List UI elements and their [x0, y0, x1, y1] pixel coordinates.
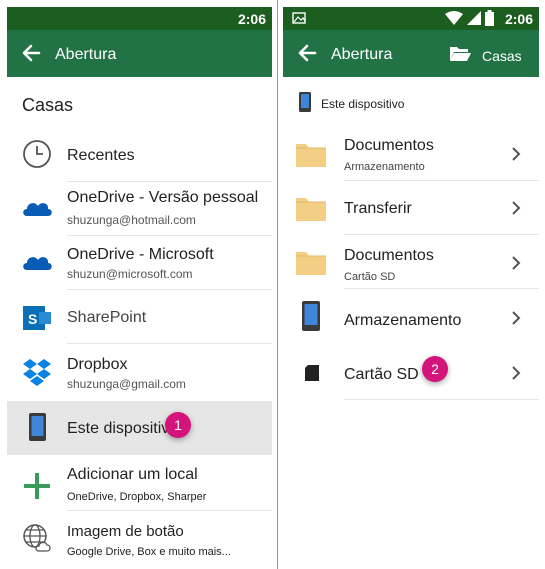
tablet-icon [29, 413, 46, 441]
location-internal-storage[interactable]: Armazenamento [283, 290, 539, 344]
dropbox-icon [23, 359, 51, 386]
location-header: Este dispositivo [283, 91, 539, 115]
places-action-label[interactable]: Casas [482, 48, 522, 64]
place-label: Adicionar um local [67, 466, 198, 483]
location-header-label: Este dispositivo [321, 97, 405, 111]
row-divider [344, 399, 539, 400]
battery-icon [485, 10, 494, 26]
globe-cloud-icon [23, 524, 51, 552]
place-onedrive-business[interactable]: OneDrive - Microsoft shuzun@microsoft.co… [7, 236, 272, 290]
sharepoint-icon: S [23, 306, 51, 330]
place-onedrive-personal[interactable]: OneDrive - Versão pessoal shuzunga@hotma… [7, 182, 272, 236]
step-badge-1: 1 [165, 412, 191, 438]
folder-label: Documentos [344, 137, 434, 154]
place-more-services[interactable]: Imagem de botão Google Drive, Box e muit… [7, 511, 272, 565]
folder-label: Documentos [344, 247, 434, 264]
section-title: Casas [22, 95, 74, 115]
back-arrow-icon[interactable] [21, 43, 41, 63]
place-label: Dropbox [67, 356, 128, 373]
wifi-icon [445, 11, 463, 25]
place-label: Imagem de botão [67, 523, 184, 540]
status-time: 2:06 [237, 11, 266, 27]
app-bar-title: Abertura [331, 46, 393, 63]
folder-documentos-storage[interactable]: Documentos Armazenamento [283, 127, 539, 181]
status-bar: 2:06 [7, 7, 272, 30]
place-description: OneDrive, Dropbox, Sharper [67, 491, 207, 503]
place-label: Este dispositivo [67, 420, 179, 437]
right-panel: 2:06 Abertura Casas Este dispositivo Doc… [278, 0, 545, 569]
place-account: shuzunga@hotmail.com [67, 213, 196, 227]
cellular-signal-icon [467, 11, 481, 25]
status-bar: 2:06 [283, 7, 539, 30]
place-recentes[interactable]: Recentes [7, 128, 272, 182]
place-add-location[interactable]: Adicionar um local OneDrive, Dropbox, Sh… [7, 457, 272, 511]
folder-icon [296, 198, 326, 221]
row-divider [344, 288, 539, 289]
location-sd-card[interactable]: Cartão SD [283, 346, 539, 400]
app-bar-title: Abertura [55, 46, 117, 63]
sd-card-icon [305, 365, 319, 381]
back-arrow-icon[interactable] [297, 43, 317, 63]
chevron-right-icon [512, 256, 521, 270]
place-account: shuzunga@gmail.com [67, 377, 186, 391]
folder-open-icon[interactable] [449, 44, 471, 62]
location-label: Armazenamento [344, 312, 462, 329]
place-label: OneDrive - Microsoft [67, 246, 214, 263]
place-account: shuzun@microsoft.com [67, 267, 193, 281]
place-description: Google Drive, Box e muito mais... [67, 546, 231, 558]
folder-location: Armazenamento [344, 161, 425, 173]
place-this-device[interactable]: Este dispositivo [7, 401, 272, 455]
tablet-icon [299, 92, 311, 112]
folder-transferir[interactable]: Transferir [283, 181, 539, 235]
onedrive-cloud-icon [23, 203, 52, 216]
app-bar: Abertura [7, 30, 272, 77]
folder-documentos-sd[interactable]: Documentos Cartão SD [283, 235, 539, 289]
place-label: SharePoint [67, 309, 147, 326]
place-label: Recentes [67, 147, 135, 164]
tablet-icon [302, 301, 320, 331]
onedrive-cloud-icon [23, 257, 52, 270]
left-panel: 2:06 Abertura Casas Recentes OneDrive - … [0, 0, 277, 569]
folder-icon [296, 144, 326, 167]
app-bar: Abertura Casas [283, 30, 539, 77]
folder-icon [296, 252, 326, 275]
place-dropbox[interactable]: Dropbox shuzunga@gmail.com [7, 344, 272, 398]
clock-icon [23, 140, 51, 168]
status-time: 2:06 [504, 11, 533, 27]
place-sharepoint[interactable]: S SharePoint [7, 290, 272, 344]
step-badge-2: 2 [422, 356, 448, 382]
chevron-right-icon [512, 366, 521, 380]
folder-label: Transferir [344, 200, 412, 217]
image-notification-icon [292, 12, 306, 24]
location-label: Cartão SD [344, 366, 419, 383]
folder-location: Cartão SD [344, 271, 396, 283]
place-label: OneDrive - Versão pessoal [67, 189, 259, 206]
plus-icon [24, 473, 50, 499]
chevron-right-icon [512, 147, 521, 161]
svg-text:S: S [28, 311, 37, 327]
chevron-right-icon [512, 311, 521, 325]
chevron-right-icon [512, 201, 521, 215]
